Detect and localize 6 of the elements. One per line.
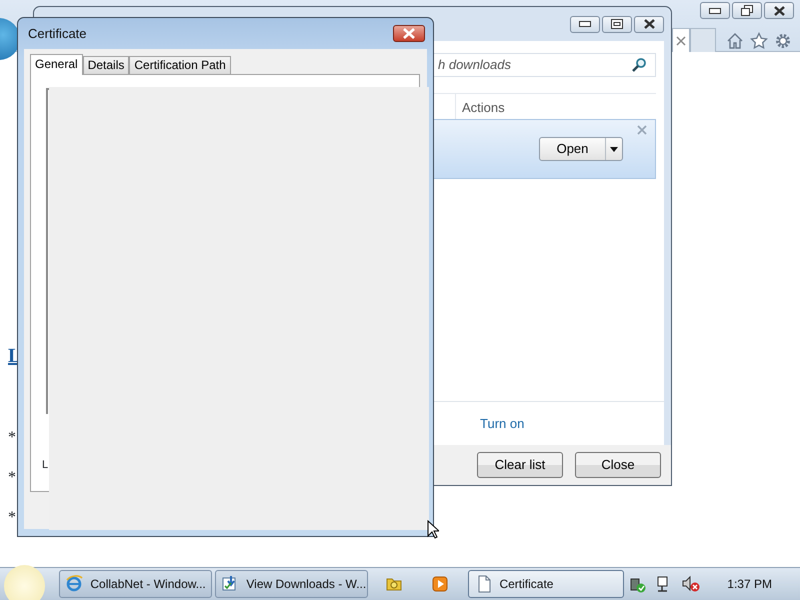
bullet-mark: * (8, 430, 16, 446)
bullet-mark: * (8, 470, 16, 486)
window-title: Certificate (28, 24, 87, 43)
body-text: L (42, 458, 48, 473)
bullet-mark: * (8, 510, 16, 526)
column-header: Actions (461, 99, 506, 117)
